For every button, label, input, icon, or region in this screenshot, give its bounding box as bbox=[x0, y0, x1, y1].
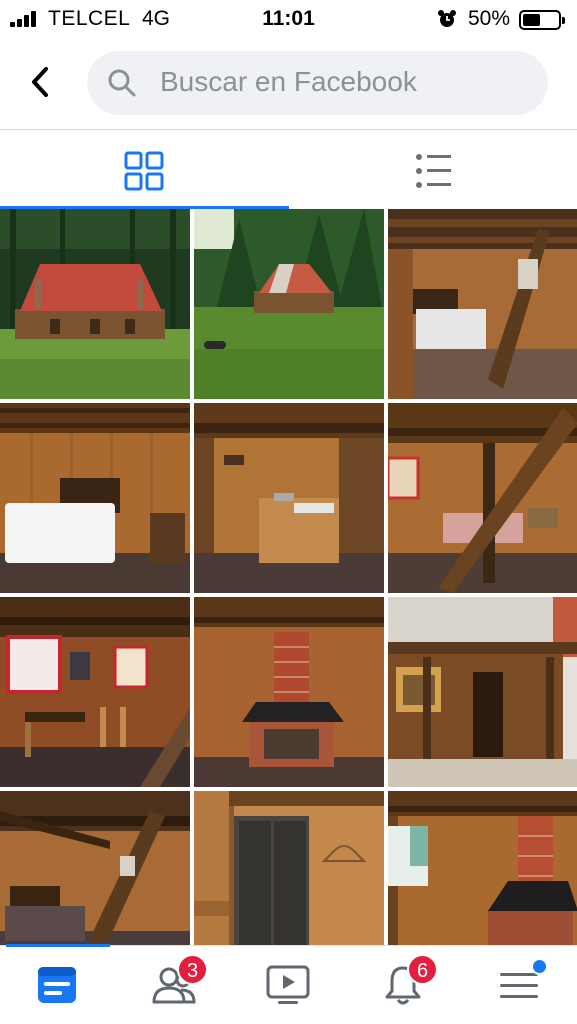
search-input[interactable]: Buscar en Facebook bbox=[87, 51, 548, 115]
tab-list-view[interactable] bbox=[289, 131, 577, 209]
search-header: Buscar en Facebook bbox=[0, 38, 577, 130]
photo-4[interactable] bbox=[0, 403, 190, 593]
photo-6[interactable] bbox=[388, 403, 577, 593]
photo-5[interactable] bbox=[194, 403, 384, 593]
list-icon bbox=[416, 154, 451, 188]
status-bar: TELCEL 4G 11:01 50% bbox=[0, 0, 577, 38]
bottom-navigation: 3 6 bbox=[0, 944, 577, 1024]
view-tabs bbox=[0, 131, 577, 209]
photo-8[interactable] bbox=[194, 597, 384, 787]
grid-icon bbox=[124, 151, 164, 191]
search-icon bbox=[108, 69, 136, 97]
nav-notifications[interactable]: 6 bbox=[345, 946, 460, 1024]
search-placeholder: Buscar en Facebook bbox=[160, 66, 417, 97]
battery-icon bbox=[519, 10, 565, 30]
nav-friends[interactable]: 3 bbox=[115, 946, 230, 1024]
back-arrow-icon[interactable] bbox=[26, 64, 56, 100]
friends-badge: 3 bbox=[177, 954, 208, 985]
nav-watch[interactable] bbox=[230, 946, 345, 1024]
alarm-icon bbox=[438, 10, 456, 27]
nav-feed[interactable] bbox=[0, 946, 115, 1024]
notifications-badge: 6 bbox=[407, 954, 438, 985]
nav-menu[interactable] bbox=[460, 946, 575, 1024]
photo-3[interactable] bbox=[388, 209, 577, 399]
photo-9[interactable] bbox=[388, 597, 577, 787]
photo-2[interactable] bbox=[194, 209, 384, 399]
battery-percent: 50% bbox=[468, 7, 511, 30]
video-icon bbox=[266, 965, 310, 1004]
photo-1[interactable] bbox=[0, 209, 190, 399]
menu-notification-dot bbox=[531, 958, 548, 975]
tab-grid-view[interactable] bbox=[0, 131, 289, 209]
news-feed-icon bbox=[38, 967, 76, 1003]
photo-7[interactable] bbox=[0, 597, 190, 787]
